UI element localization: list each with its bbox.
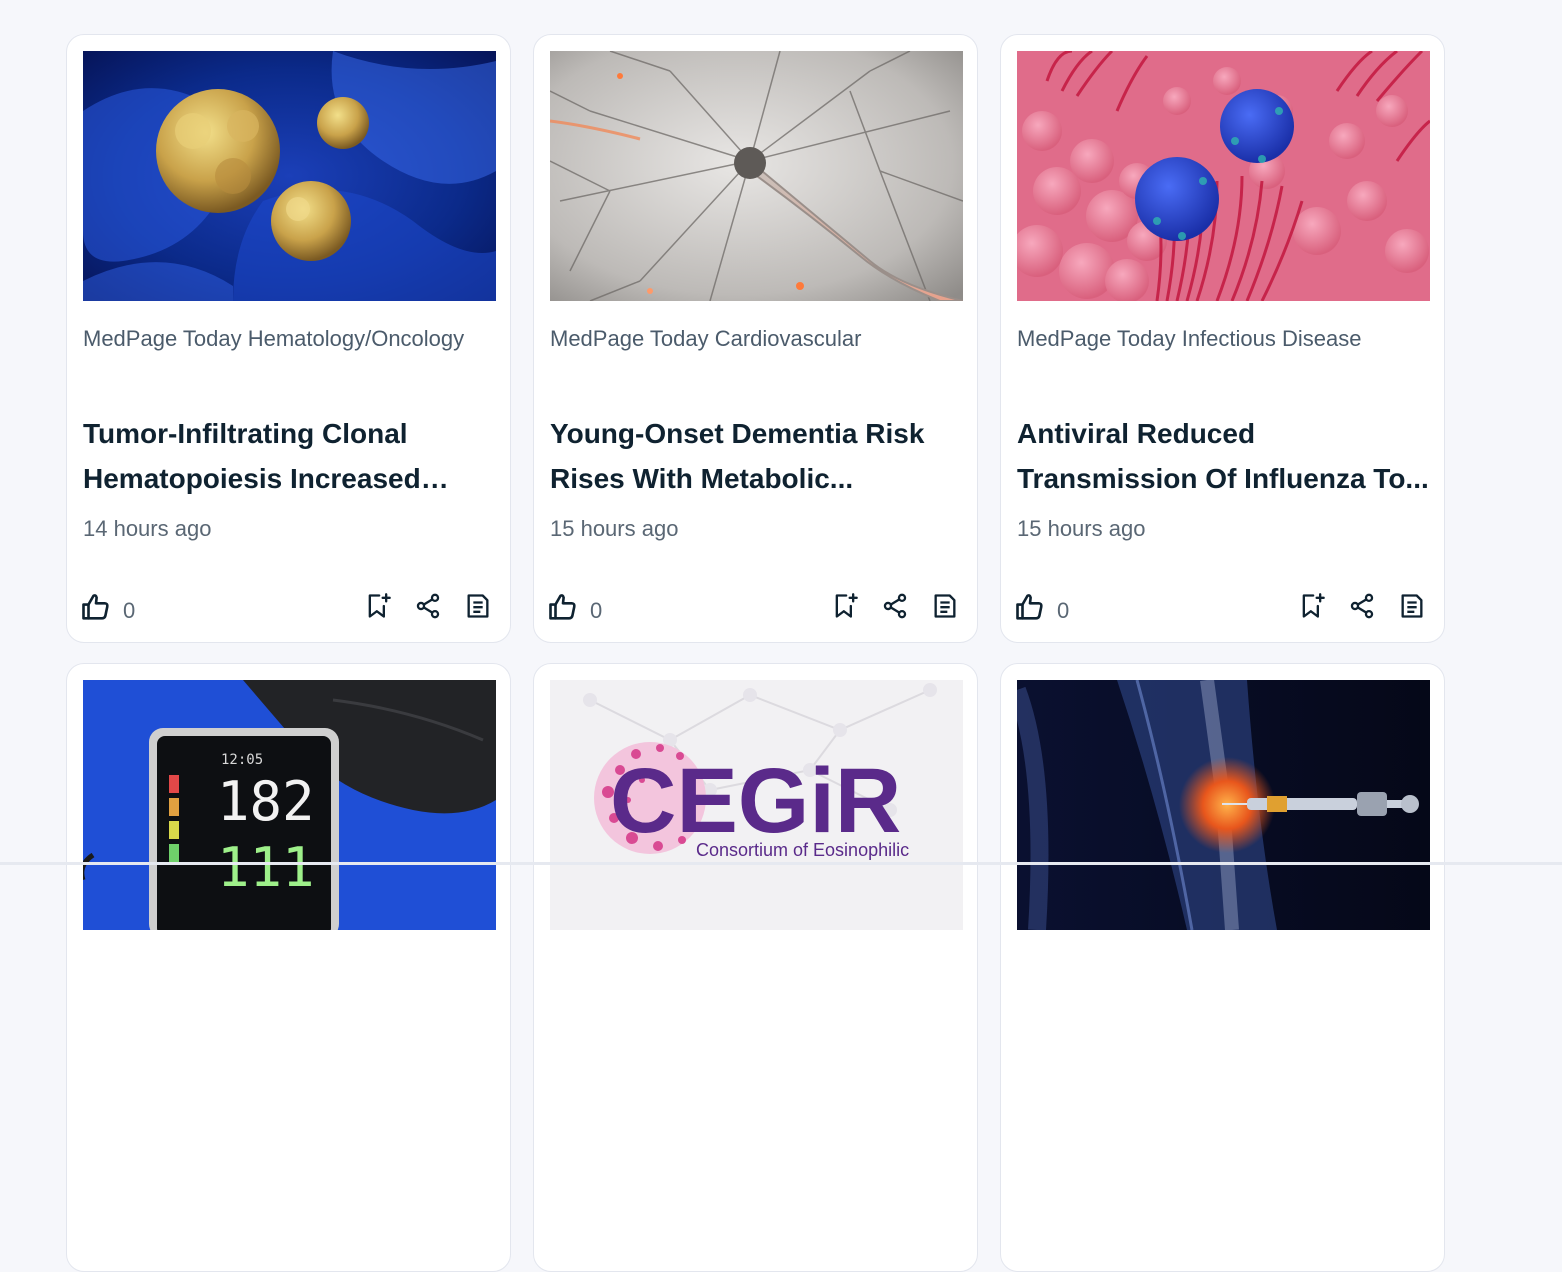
thumbs-up-icon <box>1016 594 1043 620</box>
article-card[interactable]: MedPage Today Infectious Disease Antivir… <box>1000 34 1445 643</box>
share-icon[interactable] <box>881 592 909 620</box>
like-button[interactable]: 0 <box>81 590 135 624</box>
tumor-cells-image[interactable] <box>83 51 496 301</box>
monitor-value-top: 182 <box>217 770 315 833</box>
cegir-logo-image[interactable]: CEGiR Consortium of Eosinophilic <box>550 680 963 930</box>
source-label: MedPage Today Hematology/Oncology <box>83 326 465 351</box>
article-card[interactable]: MedPage Today Hematology/Oncology Tumor-… <box>66 34 511 643</box>
bookmark-add-icon[interactable] <box>831 592 859 620</box>
timestamp: 14 hours ago <box>83 516 212 541</box>
cegir-logo-text: CEGiR <box>610 750 901 852</box>
virus-image[interactable] <box>1017 51 1430 301</box>
cegir-logo-subtitle: Consortium of Eosinophilic <box>696 840 909 860</box>
like-button[interactable]: 0 <box>548 590 602 624</box>
article-title[interactable]: Tumor-Infiltrating Clonal Hematopoiesis … <box>83 411 499 501</box>
thumbs-up-icon <box>82 594 109 620</box>
article-icon[interactable] <box>931 592 959 620</box>
feed-grid: MedPage Today Hematology/Oncology Tumor-… <box>66 34 1447 1272</box>
article-card[interactable]: 12:05 182 111 <box>66 663 511 1272</box>
article-title[interactable]: Antiviral Reduced Transmission Of Influe… <box>1017 411 1433 501</box>
like-button[interactable]: 0 <box>1015 590 1069 624</box>
blood-pressure-monitor-image[interactable]: 12:05 182 111 <box>83 680 496 930</box>
like-count: 0 <box>1057 598 1070 623</box>
article-card[interactable] <box>1000 663 1445 1272</box>
bookmark-add-icon[interactable] <box>1298 592 1326 620</box>
share-icon[interactable] <box>1348 592 1376 620</box>
neuron-image[interactable] <box>550 51 963 301</box>
like-count: 0 <box>123 598 136 623</box>
monitor-value-bottom: 111 <box>217 836 315 899</box>
like-count: 0 <box>590 598 603 623</box>
article-icon[interactable] <box>1398 592 1426 620</box>
share-icon[interactable] <box>414 592 442 620</box>
card-actions: 0 <box>1015 590 1428 624</box>
card-actions: 0 <box>548 590 961 624</box>
knee-injection-image[interactable] <box>1017 680 1430 930</box>
timestamp: 15 hours ago <box>550 516 679 541</box>
article-card[interactable]: CEGiR Consortium of Eosinophilic <box>533 663 978 1272</box>
bookmark-add-icon[interactable] <box>364 592 392 620</box>
monitor-time: 12:05 <box>221 752 263 768</box>
thumbs-up-icon <box>549 594 576 620</box>
article-card[interactable]: MedPage Today Cardiovascular Young-Onset… <box>533 34 978 643</box>
source-label: MedPage Today Cardiovascular <box>550 326 862 351</box>
article-icon[interactable] <box>464 592 492 620</box>
source-label: MedPage Today Infectious Disease <box>1017 326 1362 351</box>
timestamp: 15 hours ago <box>1017 516 1146 541</box>
card-actions: 0 <box>81 590 494 624</box>
article-title[interactable]: Young-Onset Dementia Risk Rises With Met… <box>550 411 966 501</box>
